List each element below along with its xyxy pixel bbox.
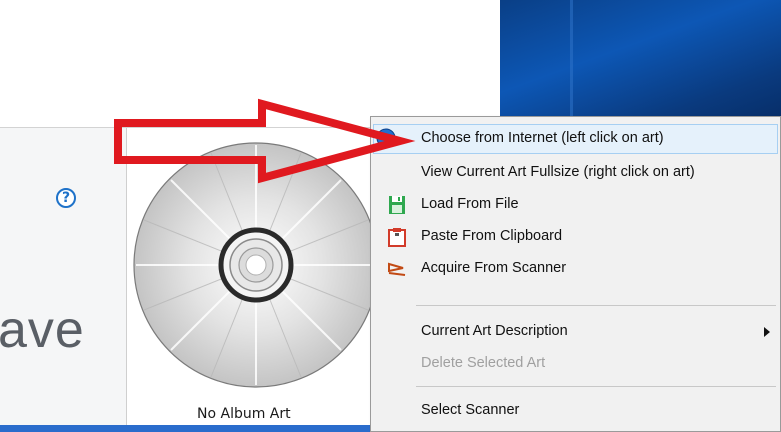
menu-item-choose-from-internet[interactable]: Choose from Internet (left click on art) [373,124,778,154]
menu-item-current-art-description[interactable]: Current Art Description [373,317,778,347]
menu-item-label: Select Scanner [421,402,520,418]
desktop-background [500,0,781,130]
menu-item-view-fullsize[interactable]: View Current Art Fullsize (right click o… [373,158,778,188]
cd-disc-icon[interactable] [131,133,381,398]
menu-item-load-from-file[interactable]: Load From File [373,190,778,220]
menu-separator [416,386,776,387]
clipboard-icon [388,228,406,247]
album-art-context-menu: Choose from Internet (left click on art)… [370,116,781,432]
taskbar-strip [0,425,370,432]
window-pane-divider [570,0,573,130]
menu-item-label: View Current Art Fullsize (right click o… [421,164,695,180]
menu-item-label: Delete Selected Art [421,355,546,371]
menu-item-delete-selected-art: Delete Selected Art [373,349,778,379]
scanner-icon [388,262,406,276]
menu-item-label: Choose from Internet (left click on art) [421,130,664,146]
menu-item-select-scanner[interactable]: Select Scanner [373,396,778,426]
partial-heading-text: ave [0,301,85,359]
menu-item-paste-from-clipboard[interactable]: Paste From Clipboard [373,222,778,252]
submenu-arrow-icon [764,327,770,337]
menu-item-label: Paste From Clipboard [421,228,563,244]
globe-icon [376,128,396,148]
help-icon[interactable]: ? [56,188,76,208]
menu-separator [416,305,776,306]
left-panel: ? ave [0,128,127,426]
no-album-art-label: No Album Art [197,406,291,422]
menu-item-acquire-from-scanner[interactable]: Acquire From Scanner [373,254,778,284]
menu-item-label: Load From File [421,196,519,212]
menu-item-label: Current Art Description [421,323,568,339]
menu-item-label: Acquire From Scanner [421,260,567,276]
floppy-disk-icon [389,196,405,214]
